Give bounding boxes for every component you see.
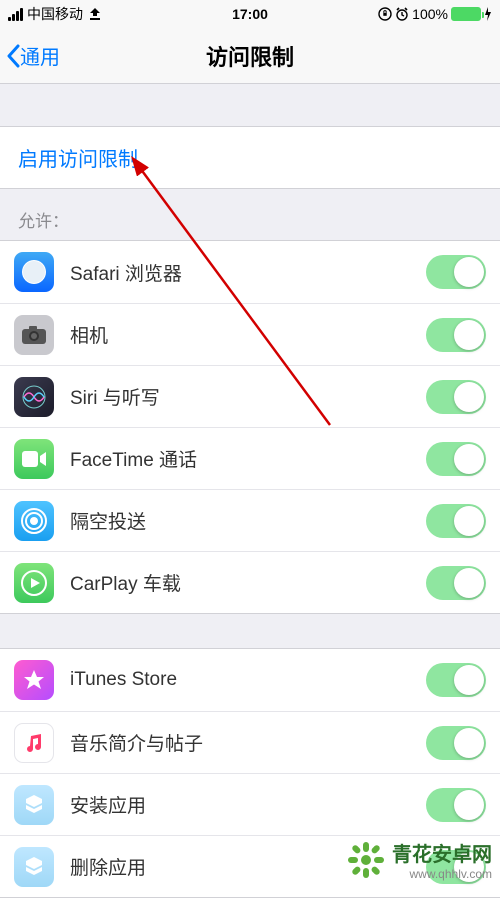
lock-icon (378, 7, 392, 21)
siri-icon (14, 377, 54, 417)
row-label: CarPlay 车载 (70, 569, 426, 596)
carplay-icon (14, 563, 54, 603)
camera-toggle[interactable] (426, 318, 486, 352)
allow-group-1: Safari 浏览器相机 Siri 与听写 FaceTime 通话隔空投送 CarPl… (0, 240, 500, 614)
alarm-icon (395, 7, 409, 21)
carrier-label: 中国移动 (27, 4, 83, 24)
page-title: 访问限制 (0, 40, 500, 72)
itunes-store-icon (14, 660, 54, 700)
row-label: Safari 浏览器 (70, 259, 426, 286)
row-carplay: CarPlay 车载 (0, 551, 500, 613)
battery-icon (451, 7, 481, 21)
signal-icon (8, 8, 23, 21)
row-label: 音乐简介与帖子 (70, 729, 426, 756)
music-profile-toggle[interactable] (426, 726, 486, 760)
data-icon (87, 8, 103, 20)
carplay-toggle[interactable] (426, 566, 486, 600)
row-itunes-store: iTunes Store (0, 649, 500, 711)
nav-bar: 通用 访问限制 (0, 28, 500, 84)
row-label: 相机 (70, 321, 426, 348)
row-facetime: FaceTime 通话 (0, 427, 500, 489)
watermark: 青花安卓网 www.qhhlv.com (346, 838, 492, 881)
enable-restrictions-button[interactable]: 启用访问限制 (0, 127, 500, 188)
facetime-icon (14, 439, 54, 479)
row-airdrop: 隔空投送 (0, 489, 500, 551)
watermark-title: 青花安卓网 (392, 838, 492, 867)
row-install-apps: 安装应用 (0, 773, 500, 835)
status-right: 100% (331, 6, 492, 22)
camera-icon (14, 315, 54, 355)
siri-toggle[interactable] (426, 380, 486, 414)
install-apps-toggle[interactable] (426, 788, 486, 822)
row-label: iTunes Store (70, 669, 426, 691)
chevron-left-icon (6, 44, 20, 68)
row-camera: 相机 (0, 303, 500, 365)
watermark-url: www.qhhlv.com (392, 867, 492, 881)
battery-percent: 100% (412, 6, 448, 22)
airdrop-toggle[interactable] (426, 504, 486, 538)
enable-group: 启用访问限制 (0, 126, 500, 189)
watermark-logo-icon (346, 840, 386, 880)
row-music-profile: 音乐简介与帖子 (0, 711, 500, 773)
airdrop-icon (14, 501, 54, 541)
spacer (0, 614, 500, 648)
row-label: 安装应用 (70, 791, 426, 818)
safari-icon (14, 252, 54, 292)
clock: 17:00 (169, 6, 330, 22)
status-bar: 中国移动 17:00 100% (0, 0, 500, 28)
allow-header: 允许： (0, 189, 500, 240)
facetime-toggle[interactable] (426, 442, 486, 476)
music-profile-icon (14, 723, 54, 763)
back-label: 通用 (20, 41, 60, 70)
install-apps-icon (14, 785, 54, 825)
delete-apps-icon (14, 847, 54, 887)
charging-icon (484, 7, 492, 21)
row-label: FaceTime 通话 (70, 445, 426, 472)
row-label: Siri 与听写 (70, 383, 426, 410)
safari-toggle[interactable] (426, 255, 486, 289)
itunes-store-toggle[interactable] (426, 663, 486, 697)
row-siri: Siri 与听写 (0, 365, 500, 427)
spacer (0, 84, 500, 126)
status-left: 中国移动 (8, 4, 169, 24)
row-safari: Safari 浏览器 (0, 241, 500, 303)
back-button[interactable]: 通用 (0, 41, 66, 70)
row-label: 隔空投送 (70, 507, 426, 534)
